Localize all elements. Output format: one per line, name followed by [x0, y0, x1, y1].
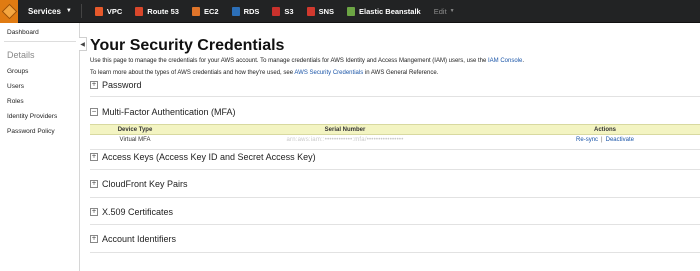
column-header-serial-number: Serial Number [324, 126, 366, 133]
route53-icon [135, 6, 144, 16]
sidebar-item-users[interactable]: Users [7, 83, 24, 90]
iam-console-link[interactable]: IAM Console [488, 58, 522, 64]
section-mfa-header[interactable]: − Multi-Factor Authentication (MFA) [90, 107, 236, 117]
section-divider [90, 149, 700, 150]
device-type-cell: Virtual MFA [119, 136, 151, 143]
sidebar-item-roles[interactable]: Roles [7, 98, 24, 105]
sidebar-divider [4, 41, 76, 42]
nav-item-label: RDS [243, 6, 260, 16]
chevron-down-icon: ▼ [65, 8, 72, 14]
sidebar-item-identity-providers[interactable]: Identity Providers [7, 113, 57, 120]
services-menu[interactable]: Services ▼ [28, 7, 72, 16]
sidebar-heading-details: Details [7, 50, 35, 60]
services-label: Services [28, 6, 61, 16]
table-header-row: Device Type Serial Number Actions [90, 124, 700, 135]
deactivate-link[interactable]: Deactivate [606, 137, 634, 143]
expand-icon[interactable]: + [90, 180, 98, 188]
nav-item-sns[interactable]: SNS [306, 6, 335, 16]
section-access-keys-header[interactable]: + Access Keys (Access Key ID and Secret … [90, 152, 316, 162]
expand-icon[interactable]: + [90, 208, 98, 216]
intro-text-1: Use this page to manage the credentials … [90, 58, 524, 64]
section-x509-label: X.509 Certificates [102, 207, 174, 217]
nav-item-label: Route 53 [147, 6, 179, 16]
nav-item-label: SNS [318, 6, 335, 16]
section-x509-header[interactable]: + X.509 Certificates [90, 207, 173, 217]
section-mfa-label: Multi-Factor Authentication (MFA) [102, 107, 236, 117]
aws-logo-icon[interactable] [0, 0, 18, 23]
nav-item-route-53[interactable]: Route 53 [135, 6, 179, 16]
sidebar-item-dashboard[interactable]: Dashboard [7, 29, 39, 36]
nav-item-ec2[interactable]: EC2 [191, 6, 219, 16]
intro-text-2: To learn more about the types of AWS cre… [90, 70, 438, 76]
intro-text-1-end: . [522, 58, 525, 64]
actions-cell: Re-sync | Deactivate [510, 137, 700, 143]
aws-security-credentials-link[interactable]: AWS Security Credentials [294, 70, 363, 76]
sns-icon [306, 6, 315, 16]
s3-icon [272, 6, 281, 16]
sidebar-item-password-policy[interactable]: Password Policy [7, 128, 55, 135]
nav-item-label: S3 [284, 6, 294, 16]
resync-link[interactable]: Re-sync [576, 137, 598, 143]
service-shortcuts: VPC Route 53 EC2 RDS S3 SNS Elastic Beanstalk [82, 6, 421, 16]
column-header-actions: Actions [593, 126, 616, 133]
nav-item-label: VPC [106, 6, 123, 16]
main-content: Your Security Credentials Use this page … [90, 23, 700, 271]
mfa-devices-table: Device Type Serial Number Actions Virtua… [90, 124, 700, 144]
section-divider [90, 224, 700, 225]
section-divider [90, 252, 700, 253]
nav-item-rds[interactable]: RDS [231, 6, 260, 16]
action-separator: | [601, 136, 603, 143]
sidebar: Dashboard Details Groups Users Roles Ide… [0, 23, 80, 271]
rds-icon [231, 6, 240, 16]
edit-label: Edit [433, 6, 447, 16]
vpc-icon [94, 6, 103, 16]
nav-item-label: Elastic Beanstalk [359, 6, 421, 16]
expand-icon[interactable]: + [90, 235, 98, 243]
edit-shortcuts-menu[interactable]: Edit ▼ [434, 7, 455, 16]
section-cloudfront-label: CloudFront Key Pairs [102, 179, 188, 189]
intro-text-1-body: Use this page to manage the credentials … [90, 58, 487, 64]
intro-text-2-end: in AWS General Reference. [364, 70, 439, 76]
chevron-down-icon: ▼ [449, 8, 455, 14]
serial-number-cell: arn:aws:iam::••••••••••••:mfa/••••••••••… [286, 136, 404, 143]
nav-item-s3[interactable]: S3 [272, 6, 294, 16]
section-password-header[interactable]: + Password [90, 80, 142, 90]
section-access-keys-label: Access Keys (Access Key ID and Secret Ac… [102, 152, 316, 162]
ec2-icon [191, 6, 200, 16]
expand-icon[interactable]: + [90, 81, 98, 89]
column-header-device-type: Device Type [117, 126, 153, 133]
collapse-icon[interactable]: − [90, 108, 98, 116]
nav-item-vpc[interactable]: VPC [94, 6, 123, 16]
sidebar-collapse-handle[interactable]: ◀ [79, 37, 87, 51]
sidebar-item-groups[interactable]: Groups [7, 68, 28, 75]
section-account-identifiers-header[interactable]: + Account Identifiers [90, 234, 176, 244]
nav-item-elastic-beanstalk[interactable]: Elastic Beanstalk [347, 6, 421, 16]
section-account-identifiers-label: Account Identifiers [102, 234, 177, 244]
section-divider [90, 169, 700, 170]
elastic-beanstalk-icon [347, 6, 356, 16]
table-row: Virtual MFA arn:aws:iam::••••••••••••:mf… [90, 135, 700, 144]
section-password-label: Password [102, 80, 142, 90]
intro-text-2-body: To learn more about the types of AWS cre… [90, 70, 294, 76]
section-cloudfront-header[interactable]: + CloudFront Key Pairs [90, 179, 188, 189]
nav-item-label: EC2 [203, 6, 219, 16]
expand-icon[interactable]: + [90, 153, 98, 161]
page-title: Your Security Credentials [90, 37, 285, 54]
section-divider [90, 197, 700, 198]
top-navigation-bar: Services ▼ VPC Route 53 EC2 RDS S3 SNS Elastic… [0, 0, 700, 23]
section-divider [90, 96, 700, 97]
